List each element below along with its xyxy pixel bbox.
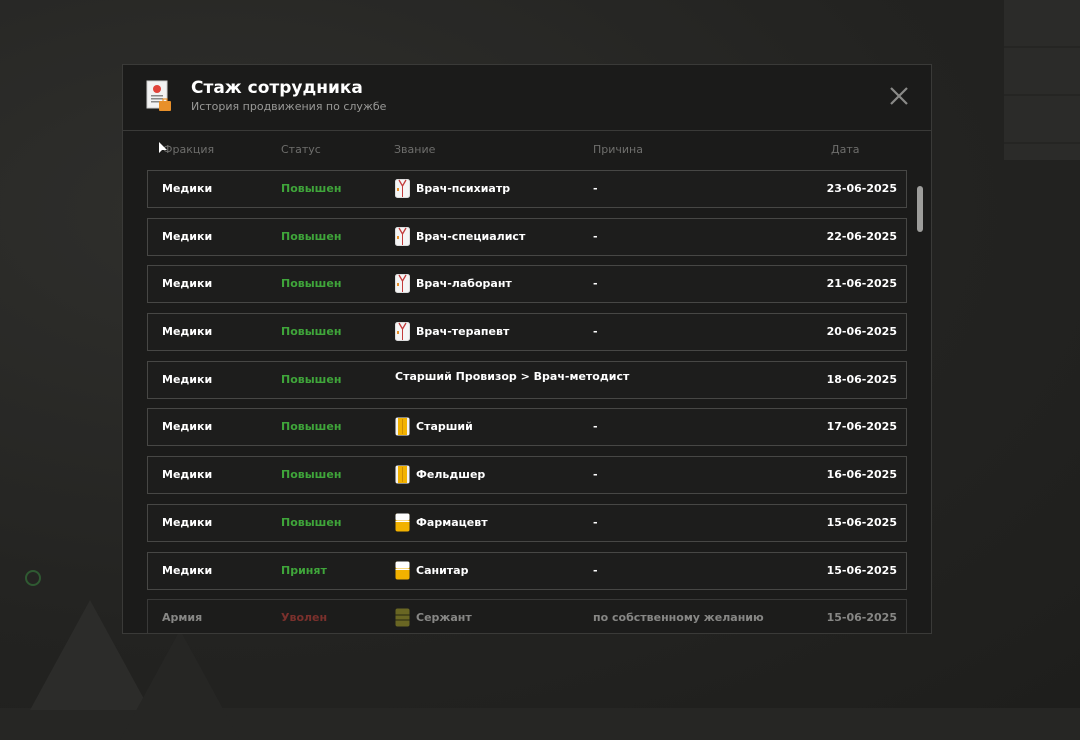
- close-icon[interactable]: [889, 86, 909, 106]
- column-headers: Фракция Статус Звание Причина Дата: [123, 143, 931, 157]
- white-coat-icon: [395, 226, 410, 246]
- history-row[interactable]: Медики Повышен Фельдшер - 16-06-2025: [147, 456, 907, 495]
- white-coat-icon: [395, 274, 410, 294]
- row-rank: Сержант: [395, 608, 472, 627]
- row-faction: Медики: [162, 229, 213, 243]
- yellow-coat-icon: [395, 465, 410, 484]
- row-faction: Медики: [162, 372, 213, 386]
- row-rank-label: Врач-психиатр: [416, 182, 511, 195]
- white-yellow-shirt-icon: [395, 513, 410, 532]
- row-status: Повышен: [281, 372, 342, 386]
- history-row[interactable]: Медики Повышен Врач-психиатр - 23-06-2025: [147, 170, 907, 208]
- history-list[interactable]: Медики Повышен Врач-психиатр -23-06-2025 Мед…: [147, 170, 909, 633]
- row-rank-label: Сержант: [416, 611, 472, 625]
- row-faction: Медики: [162, 563, 213, 577]
- row-rank: Фельдшер: [395, 465, 485, 484]
- row-faction: Медики: [162, 277, 213, 291]
- history-row[interactable]: Медики Повышен Старший - 17-06-2025: [147, 408, 907, 447]
- side-panel: [1004, 0, 1080, 160]
- row-reason: по собственному желанию: [593, 611, 764, 625]
- row-status: Повышен: [281, 468, 342, 482]
- row-date: 22-06-2025: [826, 229, 897, 243]
- row-rank-label: Врач-лаборант: [416, 277, 512, 291]
- row-faction: Медики: [162, 515, 213, 529]
- column-header-date: Дата: [831, 143, 860, 156]
- map-marker-icon: [25, 570, 41, 586]
- row-status: Уволен: [281, 611, 328, 625]
- row-rank: Санитар: [395, 561, 468, 580]
- column-header-reason: Причина: [593, 143, 643, 156]
- row-date: 23-06-2025: [826, 182, 897, 195]
- row-reason: -: [593, 229, 598, 243]
- row-rank: Врач-психиатр: [395, 179, 510, 198]
- modal-title: Стаж сотрудника: [191, 78, 363, 98]
- row-faction: Медики: [162, 420, 213, 434]
- army-uniform-icon: [395, 608, 410, 627]
- mouse-cursor-icon: [159, 142, 167, 153]
- modal-header: Стаж сотрудника История продвижения по с…: [123, 65, 931, 131]
- row-status: Повышен: [281, 229, 342, 243]
- history-row[interactable]: Медики Повышен Старший Провизор > Врач-мет…: [147, 360, 907, 399]
- row-rank: Фармацевт: [395, 513, 488, 532]
- modal-subtitle: История продвижения по службе: [191, 100, 387, 113]
- employee-seniority-modal: Стаж сотрудника История продвижения по с…: [122, 64, 932, 634]
- row-rank-label: Старший: [416, 420, 473, 434]
- row-reason: -: [593, 563, 598, 577]
- row-faction: Медики: [162, 182, 213, 195]
- row-reason: -: [593, 182, 598, 195]
- row-rank: Старший: [395, 417, 473, 436]
- document-icon: [146, 80, 171, 111]
- history-row[interactable]: Медики Повышен Врач-терапевт - 20-06-2025: [147, 313, 907, 352]
- row-status: Повышен: [281, 515, 342, 529]
- row-rank: Врач-лаборант: [395, 274, 512, 294]
- row-reason: -: [593, 325, 598, 339]
- history-row[interactable]: Медики Повышен Врач-специалист - 22-06-2025: [147, 217, 907, 256]
- row-status: Повышен: [281, 325, 342, 339]
- row-date: 16-06-2025: [826, 468, 897, 482]
- row-rank-label: Фельдшер: [416, 468, 486, 482]
- column-header-rank: Звание: [394, 143, 436, 156]
- white-coat-icon: [395, 322, 410, 342]
- history-row[interactable]: Армия Уволен Сержант по собственному желани…: [147, 599, 907, 633]
- row-rank: Старший Провизор > Врач-методист: [395, 370, 629, 383]
- row-status: Принят: [281, 563, 327, 577]
- row-faction: Медики: [162, 468, 213, 482]
- background-shape: [120, 630, 240, 740]
- column-header-faction: Фракция: [163, 143, 215, 156]
- row-date: 15-06-2025: [826, 515, 897, 529]
- column-header-status: Статус: [281, 143, 321, 156]
- row-rank-label: Врач-терапевт: [416, 325, 510, 339]
- white-coat-icon: [395, 179, 410, 198]
- row-reason: -: [593, 420, 598, 434]
- row-rank: Врач-терапевт: [395, 322, 510, 342]
- history-row[interactable]: Медики Принят Санитар - 15-06-2025: [147, 551, 907, 590]
- row-reason: -: [593, 277, 598, 291]
- row-status: Повышен: [281, 277, 342, 291]
- row-faction: Армия: [162, 611, 203, 625]
- row-date: 17-06-2025: [826, 420, 897, 434]
- row-rank: Врач-специалист: [395, 226, 526, 246]
- row-date: 15-06-2025: [826, 563, 897, 577]
- row-date: 15-06-2025: [826, 611, 897, 625]
- yellow-coat-icon: [395, 417, 410, 436]
- row-date: 21-06-2025: [826, 277, 897, 291]
- row-faction: Медики: [162, 325, 213, 339]
- scrollbar-thumb[interactable]: [917, 186, 923, 232]
- row-rank-label: Фармацевт: [416, 515, 488, 529]
- row-rank-label: Санитар: [416, 563, 469, 577]
- history-row[interactable]: Медики Повышен Врач-лаборант - 21-06-2025: [147, 265, 907, 304]
- row-rank-label: Старший Провизор > Врач-методист: [395, 369, 630, 383]
- white-yellow-shirt-icon: [395, 561, 410, 580]
- history-row[interactable]: Медики Повышен Фармацевт - 15-06-2025: [147, 503, 907, 542]
- row-reason: -: [593, 468, 598, 482]
- row-status: Повышен: [281, 420, 342, 434]
- row-status: Повышен: [281, 182, 342, 195]
- row-rank-label: Врач-специалист: [416, 229, 526, 243]
- row-date: 20-06-2025: [826, 325, 897, 339]
- row-date: 18-06-2025: [826, 372, 897, 386]
- row-reason: -: [593, 515, 598, 529]
